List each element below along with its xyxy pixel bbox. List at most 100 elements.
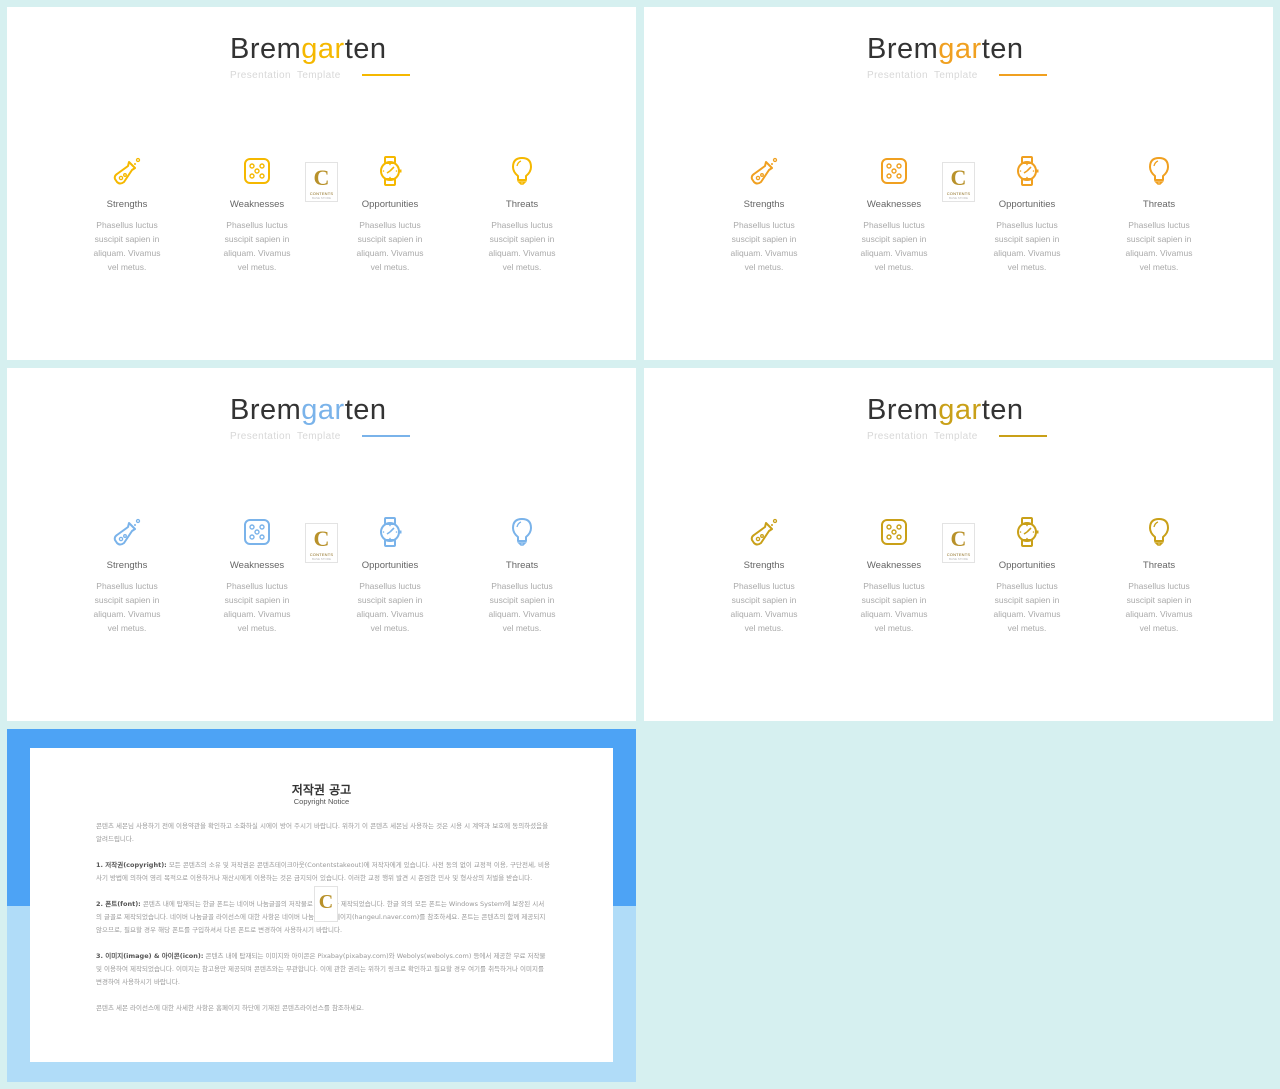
desc-line: aliquam. Vivamus <box>488 609 556 619</box>
swot-slide: Bremgarten Presentation Template Strength… <box>644 7 1273 360</box>
desc-line: Phasellus luctus <box>996 581 1058 591</box>
swot-item-weaknesses: Weaknesses Phasellus luctus suscipit sapi… <box>207 155 307 274</box>
notice-section-image: 3. 이미지(image) & 아이콘(icon): 콘텐츠 내에 탑재되는 이… <box>96 950 550 989</box>
desc-line: Phasellus luctus <box>226 581 288 591</box>
desc-line: suscipit sapien in <box>731 234 797 244</box>
desc-line: vel metus. <box>370 262 410 272</box>
item-label: Weaknesses <box>229 560 285 571</box>
desc-line: Phasellus luctus <box>359 581 421 591</box>
swot-item-opportunities: Opportunities Phasellus luctus suscipit s… <box>977 155 1077 274</box>
dice-icon <box>881 519 907 545</box>
desc-line: Phasellus luctus <box>1128 220 1190 230</box>
title-part: Brem <box>867 33 939 65</box>
slide-subtitle: Presentation Template <box>867 431 978 442</box>
accent-rule <box>999 74 1047 76</box>
desc-line: aliquam. Vivamus <box>488 248 556 258</box>
swot-item-threats: Threats Phasellus luctus suscipit sapien … <box>1109 155 1209 274</box>
item-description: Phasellus luctus suscipit sapien in aliqua… <box>77 579 177 635</box>
notice-outro: 콘텐츠 세몬 라이선스에 대한 사세한 사항은 홈페이지 하단에 기재된 콘텐츠… <box>96 1004 364 1012</box>
desc-line: vel metus. <box>1007 623 1047 633</box>
desc-line: suscipit sapien in <box>861 595 927 605</box>
flask-icon <box>113 157 141 185</box>
logo-subtext: BASE STORE <box>311 557 332 561</box>
item-description: Phasellus luctus suscipit sapien in aliqua… <box>340 218 440 274</box>
logo-letter: C <box>313 165 330 190</box>
desc-line: vel metus. <box>237 262 277 272</box>
section-heading: 1. 저작권(copyright): <box>96 861 167 869</box>
item-description: Phasellus luctus suscipit sapien in aliqua… <box>1109 218 1209 274</box>
item-label: Opportunities <box>361 199 419 210</box>
desc-line: suscipit sapien in <box>1126 234 1192 244</box>
section-heading: 3. 이미지(image) & 아이콘(icon): <box>96 952 204 960</box>
slide-subtitle: Presentation Template <box>230 431 341 442</box>
item-description: Phasellus luctus suscipit sapien in aliqua… <box>844 218 944 274</box>
watch-icon <box>380 156 402 186</box>
desc-line: vel metus. <box>107 262 147 272</box>
watermark-logo: C CONTENTS BASE STORE <box>942 162 975 202</box>
swot-item-weaknesses: Weaknesses Phasellus luctus suscipit sapi… <box>207 516 307 635</box>
notice-title: 저작권 공고 <box>291 783 352 797</box>
lightbulb-icon <box>1149 518 1169 546</box>
item-label: Opportunities <box>998 560 1056 571</box>
swot-item-opportunities: Opportunities Phasellus luctus suscipit s… <box>340 155 440 274</box>
desc-line: Phasellus luctus <box>491 220 553 230</box>
desc-line: suscipit sapien in <box>489 234 555 244</box>
item-description: Phasellus luctus suscipit sapien in aliqua… <box>714 218 814 274</box>
swot-item-opportunities: Opportunities Phasellus luctus suscipit s… <box>340 516 440 635</box>
swot-item-strengths: Strengths Phasellus luctus suscipit sapie… <box>77 516 177 635</box>
item-description: Phasellus luctus suscipit sapien in aliqua… <box>207 218 307 274</box>
desc-line: Phasellus luctus <box>359 220 421 230</box>
watermark-logo: C CONTENTS BASE STORE <box>942 523 975 563</box>
item-description: Phasellus luctus suscipit sapien in aliqua… <box>977 579 1077 635</box>
slide-title: Bremgarten <box>867 394 1024 427</box>
desc-line: vel metus. <box>502 262 542 272</box>
watch-icon <box>380 517 402 547</box>
desc-line: suscipit sapien in <box>489 595 555 605</box>
title-highlight: gar <box>301 33 345 65</box>
watch-icon <box>1017 517 1039 547</box>
desc-line: suscipit sapien in <box>1126 595 1192 605</box>
dice-icon <box>244 519 270 545</box>
desc-line: vel metus. <box>1139 262 1179 272</box>
lightbulb-icon <box>1149 157 1169 185</box>
desc-line: Phasellus luctus <box>96 220 158 230</box>
accent-rule <box>362 435 410 437</box>
flask-icon <box>750 518 778 546</box>
desc-line: aliquam. Vivamus <box>730 248 798 258</box>
section-heading: 2. 폰트(font): <box>96 900 141 908</box>
item-label: Strengths <box>106 199 148 210</box>
title-highlight: gar <box>938 33 982 65</box>
desc-line: Phasellus luctus <box>996 220 1058 230</box>
slide-title: Bremgarten <box>230 394 387 427</box>
item-description: Phasellus luctus suscipit sapien in aliqua… <box>472 579 572 635</box>
swot-item-weaknesses: Weaknesses Phasellus luctus suscipit sapi… <box>844 155 944 274</box>
desc-line: Phasellus luctus <box>491 581 553 591</box>
item-description: Phasellus luctus suscipit sapien in aliqua… <box>977 218 1077 274</box>
item-description: Phasellus luctus suscipit sapien in aliqua… <box>207 579 307 635</box>
accent-rule <box>999 435 1047 437</box>
item-description: Phasellus luctus suscipit sapien in aliqua… <box>714 579 814 635</box>
lightbulb-icon <box>512 518 532 546</box>
logo-letter: C <box>950 526 967 551</box>
desc-line: Phasellus luctus <box>96 581 158 591</box>
desc-line: suscipit sapien in <box>224 234 290 244</box>
item-label: Strengths <box>743 199 785 210</box>
watermark-logo: C CONTENTS BASE STORE <box>305 523 338 563</box>
accent-rule <box>362 74 410 76</box>
notice-paper: 저작권 공고 Copyright Notice 콘텐츠 세몬님 사용하기 전에 … <box>30 748 613 1062</box>
desc-line: aliquam. Vivamus <box>993 248 1061 258</box>
desc-line: vel metus. <box>744 262 784 272</box>
swot-item-threats: Threats Phasellus luctus suscipit sapien … <box>472 155 572 274</box>
notice-section-copyright: 1. 저작권(copyright): 모든 콘텐츠의 소유 및 저작권은 콘텐츠… <box>96 859 550 885</box>
desc-line: aliquam. Vivamus <box>993 609 1061 619</box>
title-part: Brem <box>230 33 302 65</box>
desc-line: Phasellus luctus <box>733 220 795 230</box>
desc-line: suscipit sapien in <box>94 595 160 605</box>
desc-line: Phasellus luctus <box>226 220 288 230</box>
item-description: Phasellus luctus suscipit sapien in aliqua… <box>77 218 177 274</box>
item-label: Opportunities <box>361 560 419 571</box>
slide-subtitle: Presentation Template <box>230 70 341 81</box>
title-highlight: gar <box>938 394 982 426</box>
item-label: Weaknesses <box>229 199 285 210</box>
swot-item-threats: Threats Phasellus luctus suscipit sapien … <box>1109 516 1209 635</box>
